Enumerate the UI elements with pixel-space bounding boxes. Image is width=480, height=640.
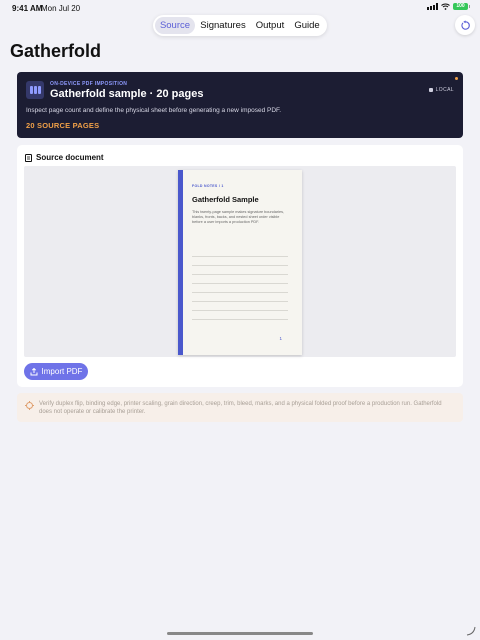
document-rule bbox=[192, 319, 288, 320]
hero-description: Inspect page count and define the physic… bbox=[26, 107, 282, 114]
resize-corner-icon bbox=[466, 626, 476, 636]
document-body: This twenty-page sample makes signature … bbox=[192, 210, 285, 224]
document-rule bbox=[192, 265, 288, 266]
battery-icon: 100 bbox=[453, 3, 470, 10]
local-badge-label: LOCAL bbox=[435, 87, 454, 93]
source-page-count: 20 SOURCE PAGES bbox=[26, 121, 100, 130]
status-icons: 100 bbox=[427, 3, 470, 10]
warning-text: Verify duplex flip, binding edge, printe… bbox=[39, 401, 442, 415]
reset-icon bbox=[460, 19, 470, 30]
document-rule bbox=[192, 301, 288, 302]
tab-output[interactable]: Output bbox=[251, 17, 289, 34]
status-date: Mon Jul 20 bbox=[41, 4, 81, 13]
hero-card: ON-DEVICE PDF IMPOSITION Gatherfold samp… bbox=[17, 72, 463, 138]
source-title: Source document bbox=[36, 153, 104, 162]
hero-title: Gatherfold sample · 20 pages bbox=[50, 88, 204, 100]
tab-signatures[interactable]: Signatures bbox=[195, 17, 251, 34]
source-card: Source document FOLD NOTES / 1 Gatherfol… bbox=[17, 145, 463, 387]
wifi-icon bbox=[441, 3, 450, 10]
document-rule bbox=[192, 274, 288, 275]
lock-icon bbox=[428, 88, 433, 92]
document-title: Gatherfold Sample bbox=[192, 195, 259, 204]
document-icon bbox=[25, 153, 32, 162]
import-pdf-button[interactable]: Import PDF bbox=[24, 363, 88, 380]
document-page-number: 1 bbox=[279, 336, 282, 341]
tab-source[interactable]: Source bbox=[155, 17, 195, 34]
document-eyebrow: FOLD NOTES / 1 bbox=[192, 184, 224, 188]
document-rule bbox=[192, 283, 288, 284]
status-time: 9:41 AM bbox=[12, 4, 43, 13]
imposition-icon bbox=[26, 81, 44, 99]
document-rule bbox=[192, 310, 288, 311]
reset-button[interactable] bbox=[455, 15, 475, 35]
hero-eyebrow: ON-DEVICE PDF IMPOSITION bbox=[50, 81, 128, 87]
status-bar: 9:41 AM Mon Jul 20 100 bbox=[0, 0, 480, 16]
import-icon bbox=[30, 367, 38, 375]
document-rule bbox=[192, 292, 288, 293]
tab-bar: Source Signatures Output Guide bbox=[153, 15, 327, 36]
document-preview: FOLD NOTES / 1 Gatherfold Sample This tw… bbox=[24, 166, 456, 357]
home-indicator bbox=[167, 632, 313, 635]
source-header: Source document bbox=[25, 153, 104, 162]
page-title: Gatherfold bbox=[10, 41, 102, 61]
document-spine bbox=[178, 170, 183, 355]
tab-guide[interactable]: Guide bbox=[289, 17, 325, 34]
document-page: FOLD NOTES / 1 Gatherfold Sample This tw… bbox=[178, 170, 302, 355]
status-dot bbox=[455, 77, 458, 80]
signal-icon bbox=[427, 3, 438, 10]
local-badge: LOCAL bbox=[428, 87, 454, 93]
document-rule bbox=[192, 256, 288, 257]
import-pdf-label: Import PDF bbox=[41, 367, 83, 376]
warning-banner: Verify duplex flip, binding edge, printe… bbox=[17, 393, 463, 422]
warning-icon bbox=[25, 401, 34, 410]
